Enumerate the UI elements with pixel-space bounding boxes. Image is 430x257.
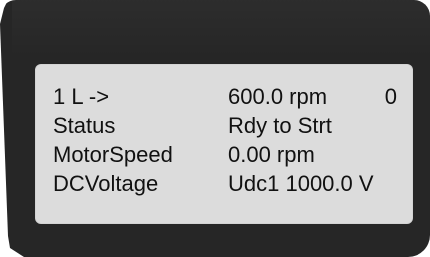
motor-speed-label: MotorSpeed — [53, 142, 173, 167]
display-row-reference: 1 L -> 600.0 rpm 0 — [53, 83, 397, 111]
status-value: Rdy to Strt — [228, 113, 332, 138]
display-row-motor-speed: MotorSpeed 0.00 rpm — [53, 141, 397, 169]
reference-label: 1 L -> — [53, 84, 110, 109]
status-label: Status — [53, 113, 116, 138]
dc-voltage-value: Udc1 1000.0 V — [228, 171, 374, 196]
reference-speed-value: 600.0 rpm — [228, 84, 328, 109]
motor-speed-value: 0.00 rpm — [228, 142, 315, 167]
reference-extra-value: 0 — [384, 84, 397, 109]
lcd-display: 1 L -> 600.0 rpm 0 Status Rdy to Strt Mo… — [35, 64, 413, 224]
display-row-dc-voltage: DCVoltage Udc1 1000.0 V — [53, 170, 397, 198]
display-row-status: Status Rdy to Strt — [53, 112, 397, 140]
dc-voltage-label: DCVoltage — [53, 171, 159, 196]
